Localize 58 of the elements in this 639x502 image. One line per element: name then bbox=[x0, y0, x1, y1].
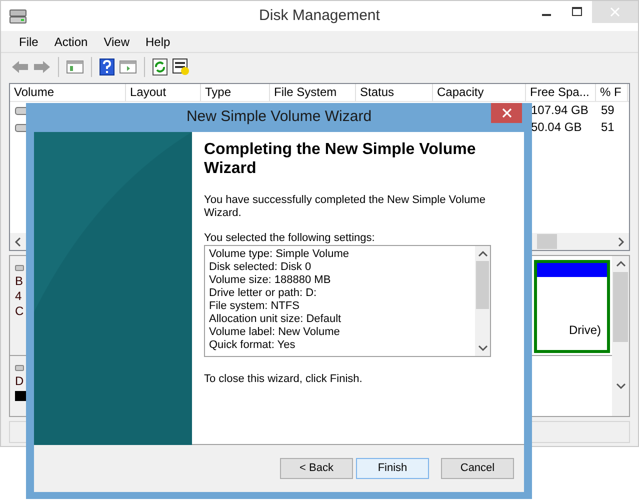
close-button[interactable] bbox=[491, 103, 522, 123]
close-icon bbox=[610, 7, 620, 17]
chevron-up-icon[interactable] bbox=[616, 260, 626, 268]
partition-block[interactable]: Drive) bbox=[534, 260, 610, 353]
menu-item[interactable]: View bbox=[104, 32, 130, 50]
settings-label: You selected the following settings: bbox=[204, 232, 376, 245]
disk-info-text: B bbox=[15, 274, 24, 289]
setting-line: Drive letter or path: D: bbox=[209, 287, 318, 300]
table-cell-text: 51 bbox=[600, 119, 616, 136]
disk-info-text: C bbox=[15, 304, 24, 319]
column-header[interactable]: Free Spa... bbox=[526, 84, 596, 101]
column-header[interactable]: Status bbox=[356, 84, 433, 101]
table-cell-text: 107.94 GB bbox=[530, 102, 590, 119]
refresh-icon[interactable] bbox=[152, 58, 168, 76]
setting-line: Volume size: 188880 MB bbox=[209, 274, 332, 287]
disk-info-text: 4 bbox=[15, 289, 22, 304]
disk-icon bbox=[9, 8, 27, 24]
scrollbar-thumb[interactable] bbox=[476, 261, 489, 309]
column-header[interactable]: Volume bbox=[10, 84, 126, 101]
chevron-down-icon[interactable] bbox=[478, 344, 488, 352]
cancel-button[interactable]: Cancel bbox=[441, 458, 514, 479]
column-header[interactable]: Capacity bbox=[433, 84, 526, 101]
menu-item[interactable]: Action bbox=[54, 32, 88, 50]
chevron-down-icon[interactable] bbox=[616, 382, 626, 390]
chevron-left-icon[interactable] bbox=[14, 236, 22, 246]
scrollbar-thumb[interactable] bbox=[537, 234, 557, 249]
partition-label: Drive) bbox=[568, 322, 602, 339]
table-cell-text: 59 bbox=[600, 102, 616, 119]
closing-text: To close this wizard, click Finish. bbox=[204, 373, 364, 386]
properties-icon[interactable] bbox=[172, 58, 190, 76]
close-icon bbox=[502, 108, 512, 118]
column-header[interactable]: Layout bbox=[126, 84, 201, 101]
table-cell-text: 50.04 GB bbox=[530, 119, 583, 136]
setting-line: File system: NTFS bbox=[209, 300, 300, 313]
setting-line: Volume type: Simple Volume bbox=[209, 248, 350, 261]
console-tree-icon[interactable] bbox=[66, 59, 84, 75]
scrollbar-thumb[interactable] bbox=[613, 272, 628, 342]
window-title: Disk Management bbox=[259, 6, 380, 26]
back-button[interactable]: < Back bbox=[280, 458, 353, 479]
dialog-title: New Simple Volume Wizard bbox=[186, 107, 372, 128]
column-header[interactable]: Type bbox=[201, 84, 270, 101]
setting-line: Volume label: New Volume bbox=[209, 326, 341, 339]
help-icon[interactable] bbox=[99, 58, 115, 76]
setting-line: Quick format: Yes bbox=[209, 339, 296, 352]
finish-button[interactable]: Finish bbox=[356, 458, 429, 479]
menu-item[interactable]: Help bbox=[146, 32, 170, 50]
column-header[interactable]: File System bbox=[270, 84, 356, 101]
disk-info-text: D bbox=[15, 374, 24, 389]
setting-line: Allocation unit size: Default bbox=[209, 313, 342, 326]
chevron-up-icon[interactable] bbox=[478, 250, 488, 258]
intro-text: You have successfully completed the New Simple Volume Wizard. bbox=[204, 194, 486, 220]
wizard-heading: Completing the New Simple Volume Wizard bbox=[204, 140, 477, 178]
vertical-scrollbar[interactable] bbox=[475, 246, 490, 356]
menu-item[interactable]: File bbox=[19, 32, 38, 50]
chevron-right-icon[interactable] bbox=[617, 236, 625, 246]
column-header[interactable]: % F bbox=[596, 84, 628, 101]
partition-header-bar bbox=[537, 263, 607, 277]
setting-line: Disk selected: Disk 0 bbox=[209, 261, 312, 274]
